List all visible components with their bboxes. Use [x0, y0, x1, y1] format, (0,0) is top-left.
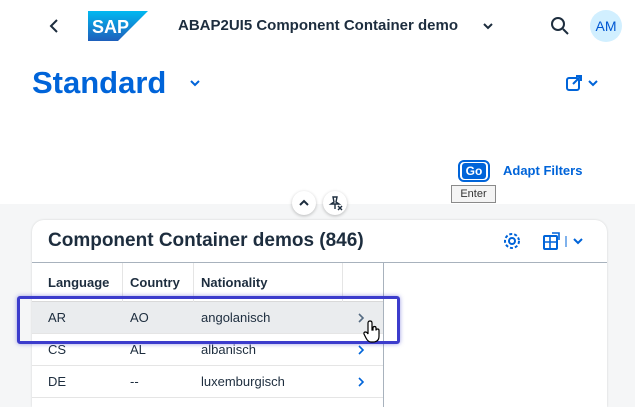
back-icon [49, 19, 58, 33]
export-icon[interactable] [542, 231, 590, 251]
cell-country: -- [130, 374, 139, 389]
go-button-label: Go [461, 163, 487, 179]
hand-cursor-icon [363, 320, 380, 343]
go-tooltip: Enter [451, 185, 496, 203]
back-button[interactable] [42, 14, 66, 38]
adapt-filters-button[interactable]: Adapt Filters [503, 163, 582, 178]
nav-chevron-icon[interactable] [356, 375, 366, 389]
variant-chevron-icon[interactable] [188, 76, 202, 90]
nav-chevron-icon[interactable] [356, 343, 366, 357]
chevron-down-icon[interactable] [481, 17, 495, 35]
sap-logo[interactable]: SAP [88, 11, 148, 41]
avatar[interactable]: AM [590, 10, 622, 42]
shell-bar: SAP ABAP2UI5 Component Container demo AM [0, 0, 635, 52]
collapse-header-button[interactable] [292, 191, 316, 215]
share-icon[interactable] [564, 72, 604, 94]
cell-language: DE [48, 374, 67, 389]
chevron-up-icon [299, 199, 309, 206]
settings-icon[interactable] [502, 231, 522, 251]
page-header: Standard Go Adapt Filters Enter [0, 52, 635, 204]
svg-text:SAP: SAP [92, 17, 129, 37]
variant-title[interactable]: Standard [32, 65, 166, 101]
table-empty-area [384, 262, 607, 407]
row-highlight-box [17, 296, 400, 344]
go-button[interactable]: Go [458, 160, 490, 182]
pin-header-button[interactable] [323, 191, 347, 215]
table-row[interactable]: DE -- luxemburgisch [32, 366, 383, 398]
unpin-icon [328, 196, 343, 211]
table-title: Component Container demos (846) [48, 230, 364, 251]
search-icon[interactable] [548, 14, 572, 38]
app-title[interactable]: ABAP2UI5 Component Container demo [178, 17, 458, 34]
cell-nationality: luxemburgisch [201, 374, 285, 389]
